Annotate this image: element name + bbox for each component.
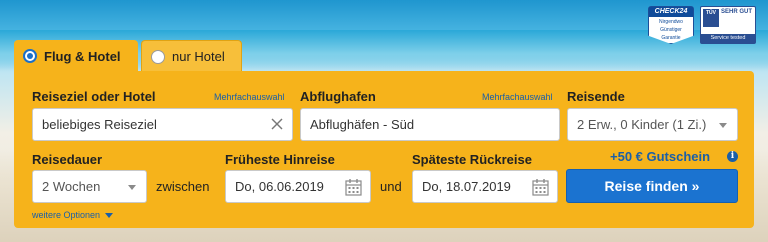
between-text: zwischen (156, 179, 210, 194)
destination-value: beliebiges Reiseziel (42, 117, 157, 132)
tab-hotel-only[interactable]: nur Hotel (141, 40, 242, 72)
tab-flight-hotel-label: Flug & Hotel (44, 48, 121, 64)
earliest-departure-label: Früheste Hinreise (225, 152, 335, 167)
check24-badge-line: Günstiger (660, 27, 682, 33)
tuv-logo-text: TÜV (706, 10, 716, 16)
duration-select[interactable]: 2 Wochen (32, 170, 147, 203)
travelers-select[interactable]: 2 Erw., 0 Kinder (1 Zi.) (567, 108, 738, 141)
check24-badge-header: CHECK24 (649, 7, 693, 17)
radio-selected-icon[interactable] (23, 49, 37, 63)
latest-return-value: Do, 18.07.2019 (422, 179, 511, 194)
latest-return-label: Späteste Rückreise (412, 152, 532, 167)
caret-down-icon (105, 212, 114, 218)
more-options-link[interactable]: weitere Optionen (32, 210, 114, 220)
destination-label: Reiseziel oder Hotel (32, 89, 156, 104)
destination-multi-select-link[interactable]: Mehrfachauswahl (214, 92, 285, 102)
check24-badge-line: Garantie (661, 35, 681, 41)
travelers-value: 2 Erw., 0 Kinder (1 Zi.) (577, 117, 707, 132)
duration-label: Reisedauer (32, 152, 103, 167)
check24-badge-line: Nirgendwo (659, 19, 683, 25)
travelers-label: Reisende (567, 89, 625, 104)
check24-guarantee-badge[interactable]: CHECK24 Nirgendwo Günstiger Garantie (648, 6, 694, 44)
trust-badges: CHECK24 Nirgendwo Günstiger Garantie TÜV… (648, 6, 756, 44)
search-button[interactable]: Reise finden » (566, 169, 738, 203)
airport-multi-select-link[interactable]: Mehrfachauswahl (482, 92, 553, 102)
tab-hotel-only-label: nur Hotel (172, 49, 225, 64)
calendar-icon[interactable] (532, 178, 549, 196)
tuv-seal-badge[interactable]: TÜV SEHR GUT Service tested (700, 6, 756, 44)
tuv-grade: SEHR GUT (721, 9, 753, 15)
duration-value: 2 Wochen (42, 179, 101, 194)
radio-unselected-icon[interactable] (151, 49, 165, 64)
info-icon[interactable]: i (727, 151, 738, 162)
airport-input[interactable]: Abflughäfen - Süd (300, 108, 560, 141)
airport-label: Abflughafen (300, 89, 376, 104)
and-text: und (380, 179, 402, 194)
destination-input[interactable]: beliebiges Reiseziel (32, 108, 293, 141)
airport-value: Abflughäfen - Süd (310, 117, 415, 132)
clear-icon[interactable] (270, 117, 284, 131)
chevron-down-icon (719, 123, 727, 128)
latest-return-input[interactable]: Do, 18.07.2019 (412, 170, 558, 203)
earliest-departure-input[interactable]: Do, 06.06.2019 (225, 170, 371, 203)
tuv-logo: TÜV (703, 9, 719, 27)
coupon-link[interactable]: +50 € Gutschein (610, 149, 710, 164)
tuv-footer: Service tested (701, 34, 755, 43)
more-options-label: weitere Optionen (32, 210, 101, 220)
chevron-down-icon (128, 185, 136, 190)
search-panel: Reiseziel oder Hotel Mehrfachauswahl Abf… (14, 71, 754, 228)
calendar-icon[interactable] (345, 178, 362, 196)
earliest-departure-value: Do, 06.06.2019 (235, 179, 324, 194)
tab-flight-hotel[interactable]: Flug & Hotel (14, 40, 138, 72)
